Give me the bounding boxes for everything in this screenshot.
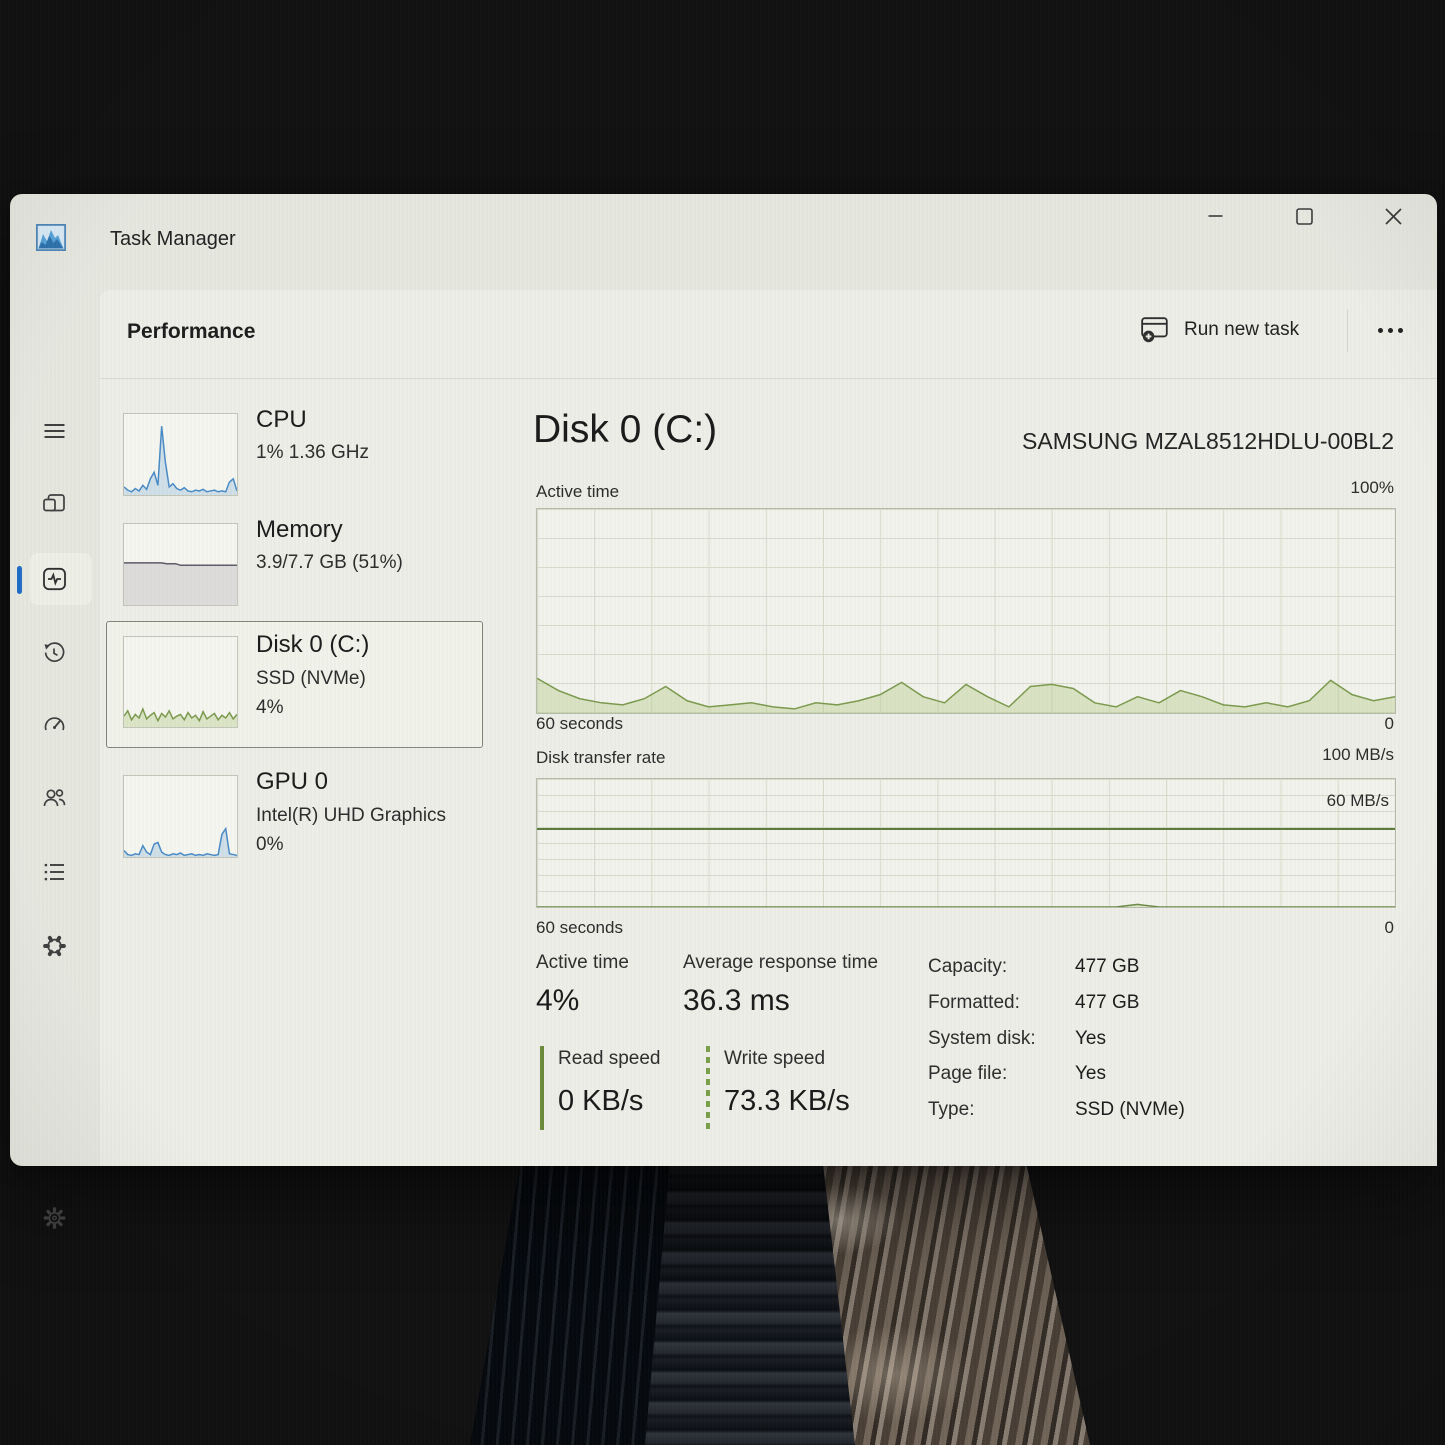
- header-bottom-divider: [100, 378, 1437, 379]
- write-speed-value: 73.3 KB/s: [724, 1085, 850, 1118]
- ellipsis-icon: [1378, 328, 1383, 333]
- formatted-label: Formatted:: [928, 992, 1020, 1014]
- page-title: Performance: [127, 320, 255, 344]
- app-history-icon: [41, 640, 68, 666]
- memory-card-title: Memory: [256, 516, 343, 544]
- capacity-value: 477 GB: [1075, 956, 1139, 978]
- active-time-chart-max: 100%: [1351, 478, 1394, 498]
- cpu-mini-chart: [123, 413, 238, 496]
- system-disk-value: Yes: [1075, 1028, 1106, 1050]
- selected-indicator: [17, 566, 22, 594]
- header-divider: [1347, 310, 1348, 352]
- minimize-button[interactable]: [1192, 194, 1238, 238]
- details-icon: [41, 859, 68, 885]
- formatted-value: 477 GB: [1075, 992, 1139, 1014]
- window-title: Task Manager: [110, 228, 236, 251]
- gpu-card-title: GPU 0: [256, 768, 328, 796]
- startup-apps-icon: [41, 711, 68, 737]
- minimize-icon: [1208, 214, 1223, 218]
- sidebar-item-startup-apps[interactable]: [28, 701, 80, 747]
- axis-left-label: 60 seconds: [536, 714, 623, 733]
- type-label: Type:: [928, 1099, 974, 1121]
- close-button[interactable]: [1370, 194, 1416, 238]
- services-icon: [41, 933, 68, 959]
- performance-icon: [41, 566, 68, 592]
- cpu-card-title: CPU: [256, 406, 307, 434]
- cpu-card-subtitle: 1% 1.36 GHz: [256, 442, 369, 464]
- navigation-sidebar: [10, 290, 100, 1166]
- disk-card-title: Disk 0 (C:): [256, 631, 369, 659]
- type-value: SSD (NVMe): [1075, 1099, 1185, 1121]
- write-speed-legend-bar: [706, 1046, 710, 1130]
- axis-right-label: 0: [1385, 918, 1394, 938]
- settings-button[interactable]: [28, 1195, 80, 1241]
- read-speed-label: Read speed: [558, 1048, 660, 1070]
- sidebar-item-users[interactable]: [28, 776, 80, 822]
- sidebar-item-services[interactable]: [28, 923, 80, 969]
- transfer-axis: 60 seconds 0: [536, 918, 1394, 938]
- processes-icon: [41, 492, 67, 517]
- hamburger-menu-button[interactable]: [28, 408, 80, 454]
- sidebar-item-processes[interactable]: [28, 481, 80, 527]
- task-manager-icon: [36, 224, 66, 251]
- active-time-axis: 60 seconds 0: [536, 714, 1394, 734]
- settings-icon: [41, 1205, 68, 1231]
- sidebar-item-details[interactable]: [28, 849, 80, 895]
- write-speed-label: Write speed: [724, 1048, 825, 1070]
- gpu-mini-chart: [123, 775, 238, 858]
- read-speed-legend-bar: [540, 1046, 544, 1130]
- active-time-chart-label: Active time: [536, 482, 619, 502]
- axis-left-label: 60 seconds: [536, 918, 623, 937]
- read-speed-value: 0 KB/s: [558, 1085, 643, 1118]
- device-model: SAMSUNG MZAL8512HDLU-00BL2: [1022, 428, 1394, 455]
- response-time-stat-value: 36.3 ms: [683, 984, 790, 1018]
- task-manager-window: Task Manager: [10, 194, 1437, 1166]
- active-time-stat-value: 4%: [536, 984, 579, 1018]
- response-time-stat-label: Average response time: [683, 952, 878, 974]
- active-time-chart: [536, 508, 1396, 714]
- sidebar-item-performance[interactable]: [28, 556, 80, 602]
- run-new-task-icon: [1140, 316, 1170, 344]
- content-panel: Performance Run new task CPU 1% 1.36 GHz…: [100, 290, 1437, 1166]
- page-file-label: Page file:: [928, 1063, 1007, 1085]
- transfer-rate-chart: 60 MB/s: [536, 778, 1396, 908]
- run-new-task-button[interactable]: Run new task: [1132, 304, 1307, 356]
- more-options-button[interactable]: [1366, 308, 1414, 352]
- transfer-chart-max: 100 MB/s: [1322, 745, 1394, 765]
- disk-card-subtitle: SSD (NVMe): [256, 668, 366, 690]
- gpu-card-subtitle: Intel(R) UHD Graphics: [256, 805, 446, 827]
- axis-right-label: 0: [1385, 714, 1394, 734]
- detail-title: Disk 0 (C:): [533, 408, 717, 452]
- disk-mini-chart: [123, 636, 238, 728]
- users-icon: [41, 786, 68, 812]
- capacity-label: Capacity:: [928, 956, 1007, 978]
- run-new-task-label: Run new task: [1184, 319, 1299, 341]
- maximize-icon: [1296, 208, 1313, 225]
- page-file-value: Yes: [1075, 1063, 1106, 1085]
- sidebar-item-app-history[interactable]: [28, 630, 80, 676]
- wallpaper-pier: [430, 1163, 1090, 1445]
- active-time-stat-label: Active time: [536, 952, 629, 974]
- hamburger-menu-icon: [41, 419, 68, 443]
- desktop: Task Manager: [0, 0, 1445, 1445]
- memory-card-subtitle: 3.9/7.7 GB (51%): [256, 552, 403, 574]
- close-icon: [1385, 208, 1402, 225]
- memory-mini-chart: [123, 523, 238, 606]
- maximize-button[interactable]: [1281, 194, 1327, 238]
- system-disk-label: System disk:: [928, 1028, 1036, 1050]
- transfer-chart-label: Disk transfer rate: [536, 748, 665, 768]
- gpu-card-value: 0%: [256, 834, 283, 856]
- title-bar[interactable]: Task Manager: [10, 194, 1437, 290]
- disk-card-value: 4%: [256, 697, 283, 719]
